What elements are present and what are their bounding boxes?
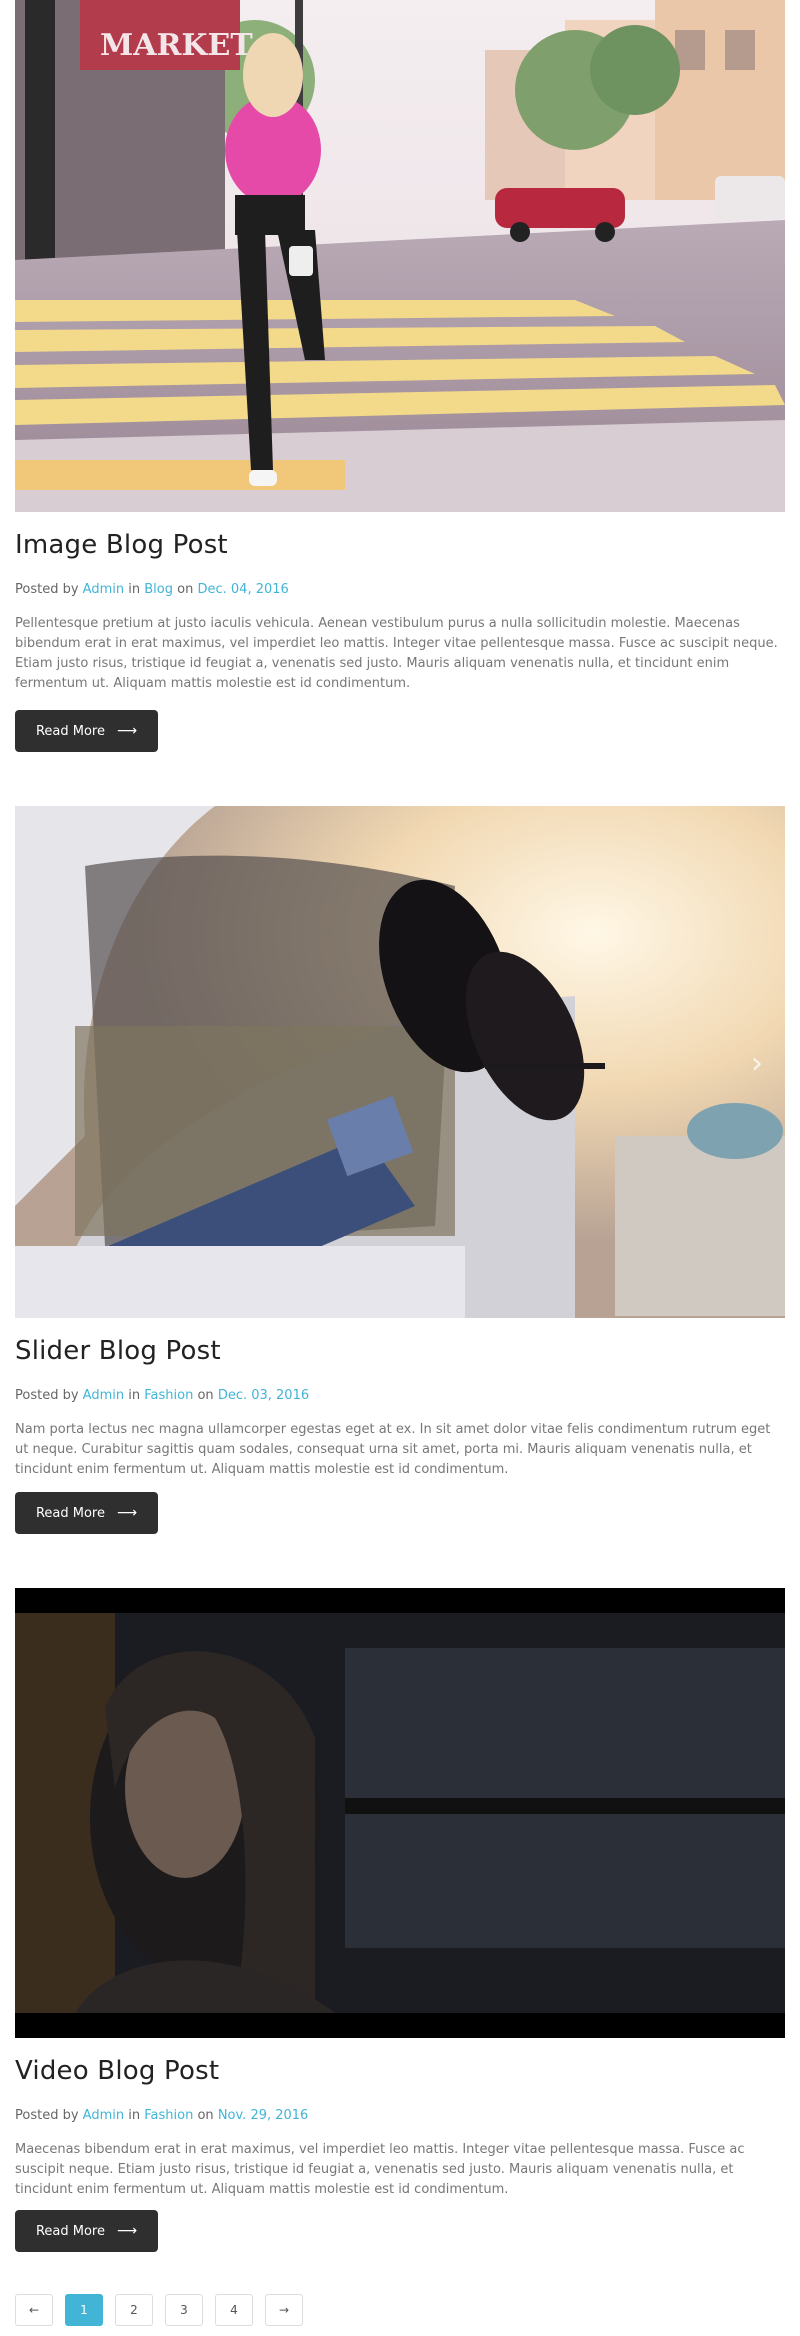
date-link[interactable]: Nov. 29, 2016 (218, 2108, 309, 2123)
video-frame (15, 1588, 785, 2038)
posted-by-label: Posted by (15, 1388, 79, 1403)
author-link[interactable]: Admin (83, 1388, 124, 1403)
post-excerpt: Maecenas bibendum erat in erat maximus, … (15, 2142, 745, 2197)
post-meta: Posted by Admin in Fashion on Dec. 03, 2… (15, 1388, 309, 1403)
read-more-label: Read More (35, 1505, 105, 1521)
car-heels-photo (15, 806, 785, 1318)
post-meta: Posted by Admin in Fashion on Nov. 29, 2… (15, 2108, 308, 2123)
read-more-button[interactable]: Read More ⟶ (15, 1492, 158, 1534)
date-link[interactable]: Dec. 03, 2016 (218, 1388, 309, 1403)
pagination-page-2[interactable]: 2 (115, 2294, 153, 2326)
date-link[interactable]: Dec. 04, 2016 (197, 582, 288, 597)
in-label: in (128, 1388, 141, 1403)
long-arrow-right-icon: ⟶ (116, 723, 138, 739)
pagination-page-3[interactable]: 3 (165, 2294, 203, 2326)
post-slider[interactable]: › (15, 806, 785, 1318)
slider-next-arrow-icon[interactable]: › (751, 1046, 763, 1081)
post-excerpt: Pellentesque pretium at justo iaculis ve… (15, 616, 778, 691)
read-more-label: Read More (35, 2223, 105, 2239)
on-label: on (197, 2108, 214, 2123)
pagination: ← 1 2 3 4 → (15, 2294, 303, 2326)
post-title[interactable]: Slider Blog Post (15, 1336, 221, 1366)
post-video[interactable] (15, 1588, 785, 2038)
in-label: in (128, 582, 141, 597)
svg-text:MARKET: MARKET (100, 28, 253, 63)
blog-post: Video Blog Post Posted by Admin in Fashi… (15, 1588, 785, 2252)
blog-post: MARKET Image Blog Post Posted by Admin i… (15, 0, 785, 752)
pagination-page-1[interactable]: 1 (65, 2294, 103, 2326)
pagination-page-4[interactable]: 4 (215, 2294, 253, 2326)
read-more-label: Read More (35, 723, 105, 739)
post-image[interactable]: MARKET (15, 0, 785, 512)
post-meta: Posted by Admin in Blog on Dec. 04, 2016 (15, 582, 289, 597)
street-crosswalk-photo: MARKET (15, 0, 785, 512)
on-label: on (197, 1388, 214, 1403)
posted-by-label: Posted by (15, 2108, 79, 2123)
category-link[interactable]: Blog (144, 582, 173, 597)
category-link[interactable]: Fashion (144, 1388, 193, 1403)
on-label: on (177, 582, 194, 597)
pagination-prev-button[interactable]: ← (15, 2294, 53, 2326)
blog-post: › Slider Blog Post Posted by Admin in Fa… (15, 806, 785, 1534)
pagination-next-button[interactable]: → (265, 2294, 303, 2326)
post-title[interactable]: Image Blog Post (15, 530, 228, 560)
long-arrow-right-icon: ⟶ (116, 2223, 138, 2239)
author-link[interactable]: Admin (83, 582, 124, 597)
author-link[interactable]: Admin (83, 2108, 124, 2123)
post-excerpt: Nam porta lectus nec magna ullamcorper e… (15, 1422, 771, 1477)
posted-by-label: Posted by (15, 582, 79, 597)
long-arrow-right-icon: ⟶ (116, 1505, 138, 1521)
category-link[interactable]: Fashion (144, 2108, 193, 2123)
read-more-button[interactable]: Read More ⟶ (15, 710, 158, 752)
post-title[interactable]: Video Blog Post (15, 2056, 219, 2086)
read-more-button[interactable]: Read More ⟶ (15, 2210, 158, 2252)
in-label: in (128, 2108, 141, 2123)
